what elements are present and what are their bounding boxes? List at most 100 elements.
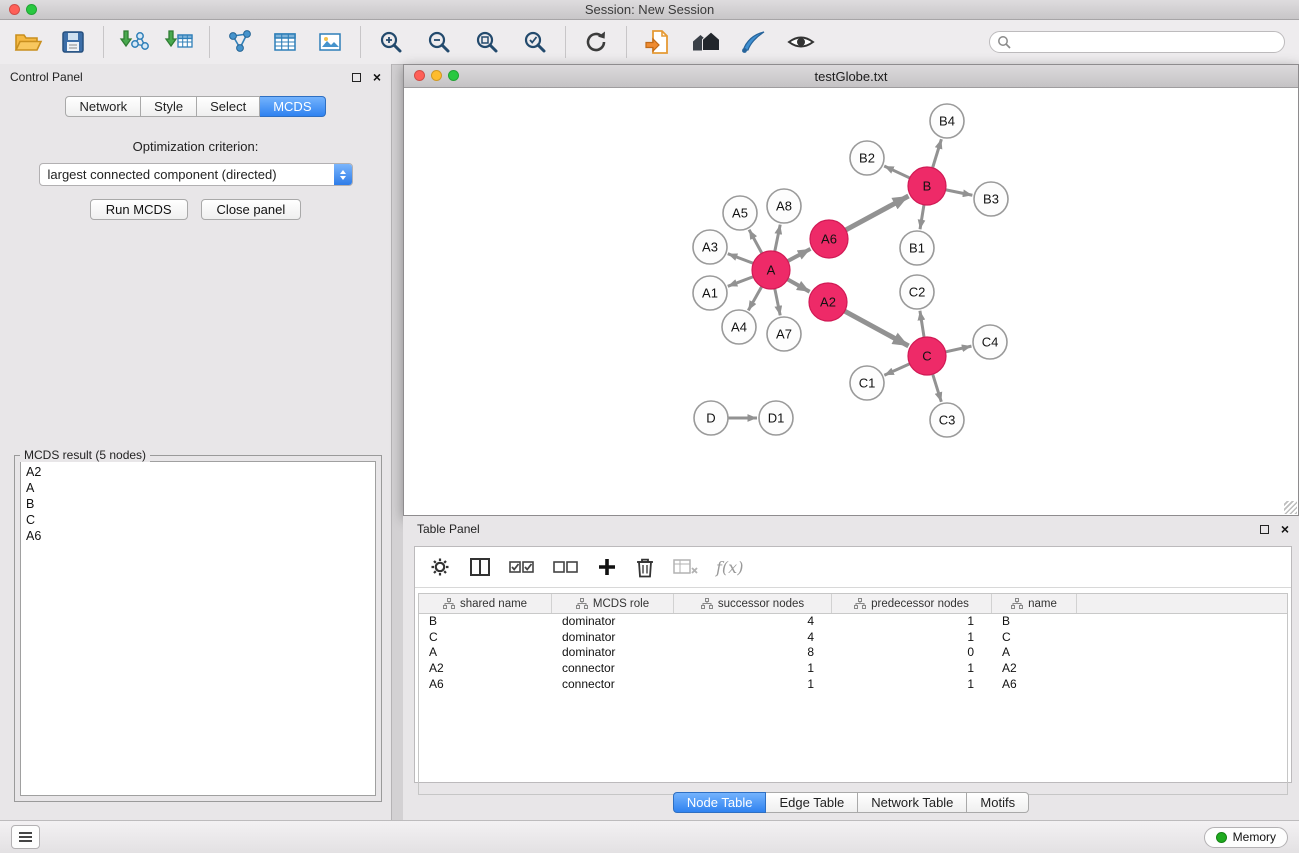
session-file-icon[interactable]	[641, 24, 673, 60]
network-canvas[interactable]: B4B2BB3A5A8A6A3B1AC2A1A2A4A7C4CC1C3DD1	[404, 88, 1298, 515]
close-traffic-light[interactable]	[414, 70, 425, 81]
table-row[interactable]: Bdominator41B	[419, 614, 1287, 630]
memory-button[interactable]: Memory	[1204, 827, 1288, 848]
table-cell[interactable]: B	[419, 614, 552, 630]
column-header-name[interactable]: name	[992, 594, 1077, 613]
select-all-icon[interactable]	[509, 560, 535, 574]
close-traffic-light[interactable]	[9, 4, 20, 15]
tab-select[interactable]: Select	[197, 96, 260, 117]
table-cell[interactable]: 8	[674, 645, 832, 661]
zoom-fit-icon[interactable]	[471, 24, 503, 60]
edge-C-C4[interactable]	[944, 346, 972, 352]
gear-icon[interactable]	[429, 556, 451, 578]
table-cell[interactable]: dominator	[552, 645, 674, 661]
edge-A-A4[interactable]	[748, 285, 762, 311]
style-brush-icon[interactable]	[737, 24, 769, 60]
result-list-item[interactable]: C	[21, 512, 375, 528]
zoom-out-icon[interactable]	[423, 24, 455, 60]
table-cell[interactable]: A2	[992, 661, 1077, 677]
edge-A-A2[interactable]	[786, 278, 810, 291]
edge-C-C2[interactable]	[920, 311, 924, 339]
edge-B-B4[interactable]	[932, 139, 941, 170]
table-cell[interactable]: 1	[832, 677, 992, 693]
eye-icon[interactable]	[785, 24, 817, 60]
table-cell[interactable]: 1	[832, 661, 992, 677]
column-header-shared-name[interactable]: shared name	[419, 594, 552, 613]
zoom-in-icon[interactable]	[375, 24, 407, 60]
tab-edge-table[interactable]: Edge Table	[766, 792, 858, 813]
tab-mcds[interactable]: MCDS	[260, 96, 325, 117]
edge-B-B2[interactable]	[884, 166, 911, 179]
table-cell[interactable]: 1	[832, 630, 992, 646]
dropdown-stepper-icon[interactable]	[334, 164, 352, 185]
table-cell[interactable]: A	[419, 645, 552, 661]
minimize-traffic-light[interactable]	[431, 70, 442, 81]
table-cell[interactable]: 0	[832, 645, 992, 661]
table-cell[interactable]: connector	[552, 661, 674, 677]
table-cell[interactable]: 1	[832, 614, 992, 630]
import-table-icon[interactable]	[163, 24, 195, 60]
open-session-icon[interactable]	[12, 24, 44, 60]
home-icon[interactable]	[689, 24, 721, 60]
tab-style[interactable]: Style	[141, 96, 197, 117]
zoom-traffic-light[interactable]	[448, 70, 459, 81]
edge-A-A5[interactable]	[749, 230, 763, 255]
table-cell[interactable]: 4	[674, 614, 832, 630]
table-cell[interactable]: dominator	[552, 614, 674, 630]
table-cell[interactable]: A6	[992, 677, 1077, 693]
table-cell[interactable]: 4	[674, 630, 832, 646]
table-row[interactable]: Adominator80A	[419, 645, 1287, 661]
run-mcds-button[interactable]: Run MCDS	[90, 199, 188, 220]
edge-B-B1[interactable]	[920, 203, 924, 229]
task-history-button[interactable]	[11, 825, 40, 849]
column-header-predecessor-nodes[interactable]: predecessor nodes	[832, 594, 992, 613]
edge-B-B3[interactable]	[944, 189, 973, 195]
zoom-selected-icon[interactable]	[519, 24, 551, 60]
edge-A-A8[interactable]	[774, 225, 780, 254]
edge-A-A7[interactable]	[774, 287, 780, 316]
edge-C-C3[interactable]	[932, 372, 941, 402]
table-row[interactable]: A6connector11A6	[419, 677, 1287, 693]
column-header-MCDS-role[interactable]: MCDS role	[552, 594, 674, 613]
edge-A-A6[interactable]	[786, 249, 810, 262]
close-panel-icon[interactable]: ×	[1281, 522, 1289, 536]
result-list-item[interactable]: A6	[21, 528, 375, 544]
show-columns-icon[interactable]	[469, 557, 491, 577]
table-cell[interactable]: A	[992, 645, 1077, 661]
save-session-icon[interactable]	[57, 24, 89, 60]
tab-network[interactable]: Network	[65, 96, 141, 117]
table-cell[interactable]: A2	[419, 661, 552, 677]
edge-A-A1[interactable]	[728, 276, 755, 286]
table-row[interactable]: Cdominator41C	[419, 630, 1287, 646]
window-resize-handle[interactable]	[1284, 501, 1297, 514]
edge-A-A3[interactable]	[728, 254, 755, 264]
table-cell[interactable]: 1	[674, 677, 832, 693]
result-list-item[interactable]: A	[21, 480, 375, 496]
tab-network-table[interactable]: Network Table	[858, 792, 967, 813]
new-table-icon[interactable]	[269, 24, 301, 60]
edge-A2-C[interactable]	[843, 310, 909, 346]
mcds-result-list[interactable]: A2ABCA6	[20, 461, 376, 796]
table-cell[interactable]: B	[992, 614, 1077, 630]
column-header-successor-nodes[interactable]: successor nodes	[674, 594, 832, 613]
table-cell[interactable]: connector	[552, 677, 674, 693]
close-panel-button[interactable]: Close panel	[201, 199, 302, 220]
table-cell[interactable]: C	[419, 630, 552, 646]
tab-node-table[interactable]: Node Table	[673, 792, 767, 813]
optimization-criterion-dropdown[interactable]: largest connected component (directed)	[39, 163, 353, 186]
close-panel-icon[interactable]: ×	[373, 70, 381, 84]
table-cell[interactable]: A6	[419, 677, 552, 693]
result-list-item[interactable]: B	[21, 496, 375, 512]
float-panel-icon[interactable]	[352, 73, 361, 82]
table-cell[interactable]: dominator	[552, 630, 674, 646]
zoom-traffic-light[interactable]	[26, 4, 37, 15]
table-cell[interactable]: 1	[674, 661, 832, 677]
search-input[interactable]	[989, 31, 1285, 53]
delete-column-icon[interactable]	[635, 556, 655, 578]
table-cell[interactable]: C	[992, 630, 1077, 646]
tab-motifs[interactable]: Motifs	[967, 792, 1029, 813]
refresh-layout-icon[interactable]	[580, 24, 612, 60]
export-image-icon[interactable]	[314, 24, 346, 60]
network-window-titlebar[interactable]: testGlobe.txt	[404, 65, 1298, 88]
edge-C-C1[interactable]	[884, 363, 911, 375]
